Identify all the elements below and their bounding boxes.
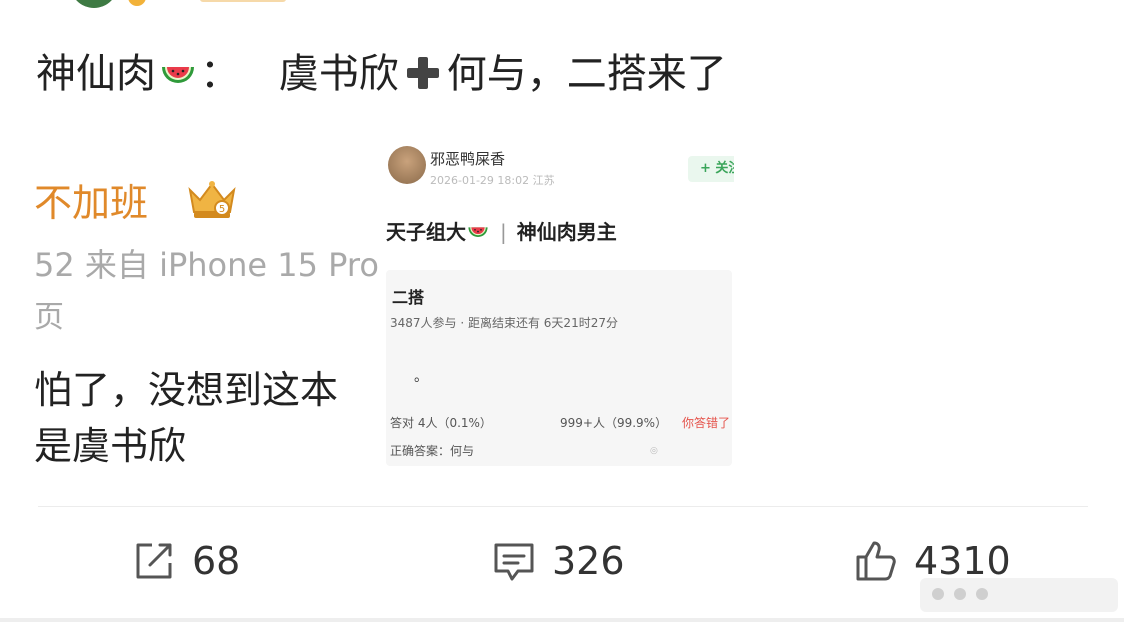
quiz-option: 。 xyxy=(414,369,428,385)
share-button[interactable]: 68 xyxy=(130,536,240,586)
image-watermark: ◎ xyxy=(650,446,658,456)
svg-text:5: 5 xyxy=(219,204,225,215)
bg-username[interactable]: 不加班 xyxy=(34,172,148,227)
post-text-part1: 虞书欣 xyxy=(278,51,399,97)
embedded-screenshot[interactable]: 邪恶鸭屎香 2026-01-29 18:02 江苏 + 关注 天子组大 | 神仙肉… xyxy=(384,140,734,470)
comment-count: 326 xyxy=(552,539,625,583)
screenshot-headline: 天子组大 | 神仙肉男主 xyxy=(386,216,617,245)
bottom-bar xyxy=(0,618,1124,622)
screenshot-username: 邪恶鸭屎香 xyxy=(430,150,506,168)
headline-left: 天子组大 xyxy=(386,220,466,244)
quiz-wrong-count: 999+人（99.9%） xyxy=(560,416,668,430)
quiz-correct-count: 答对 4人（0.1%） xyxy=(390,416,492,430)
post-author[interactable]: 神仙肉 xyxy=(36,51,156,97)
share-icon xyxy=(136,543,172,579)
plus-icon xyxy=(406,57,439,89)
cropped-header xyxy=(60,0,360,8)
quiz-participants: 3487人参与 · 距离结束还有 6天21时27分 xyxy=(390,316,618,330)
quiz-card: 二搭 3487人参与 · 距离结束还有 6天21时27分 。 答对 4人（0.1… xyxy=(386,270,732,466)
bg-text-line2: 是虞书欣 xyxy=(34,424,187,468)
screenshot-timestamp: 2026-01-29 18:02 江苏 xyxy=(430,174,555,187)
comment-button[interactable]: 326 xyxy=(490,536,625,586)
bg-fragment: 页 xyxy=(34,300,64,335)
headline-right: 神仙肉男主 xyxy=(516,220,617,244)
divider xyxy=(38,506,1088,507)
corner-watermark xyxy=(920,578,1118,612)
avatar[interactable] xyxy=(70,0,118,8)
post-colon: ： xyxy=(200,51,240,97)
post-text: 神仙肉 ： 虞书欣 何与，二搭来了 xyxy=(36,46,727,102)
headline-separator: | xyxy=(500,220,507,244)
bg-meta: 52 来自 iPhone 15 Pro xyxy=(34,246,379,284)
crown-badge-icon: 5 xyxy=(188,181,236,218)
post-text-part2: 何与，二搭来了 xyxy=(446,51,727,97)
watermelon-icon xyxy=(162,67,194,83)
user-tag xyxy=(200,0,286,2)
like-count: 4310 xyxy=(914,539,1011,583)
follow-button: + 关注 xyxy=(688,156,734,182)
quiz-wrong-label: 你答错了 xyxy=(682,416,731,430)
quiz-title: 二搭 xyxy=(392,288,425,307)
bg-text-line1: 怕了，没想到这本 xyxy=(34,368,339,412)
watermelon-icon xyxy=(468,227,488,237)
like-icon xyxy=(856,541,896,581)
bg-post-text: 怕了，没想到这本 是虞书欣 xyxy=(34,362,380,474)
comment-icon xyxy=(494,543,534,581)
verified-badge-icon xyxy=(126,0,148,8)
share-count: 68 xyxy=(192,539,241,583)
screenshot-avatar xyxy=(388,146,426,184)
quiz-answer: 正确答案：何与 xyxy=(390,444,475,458)
